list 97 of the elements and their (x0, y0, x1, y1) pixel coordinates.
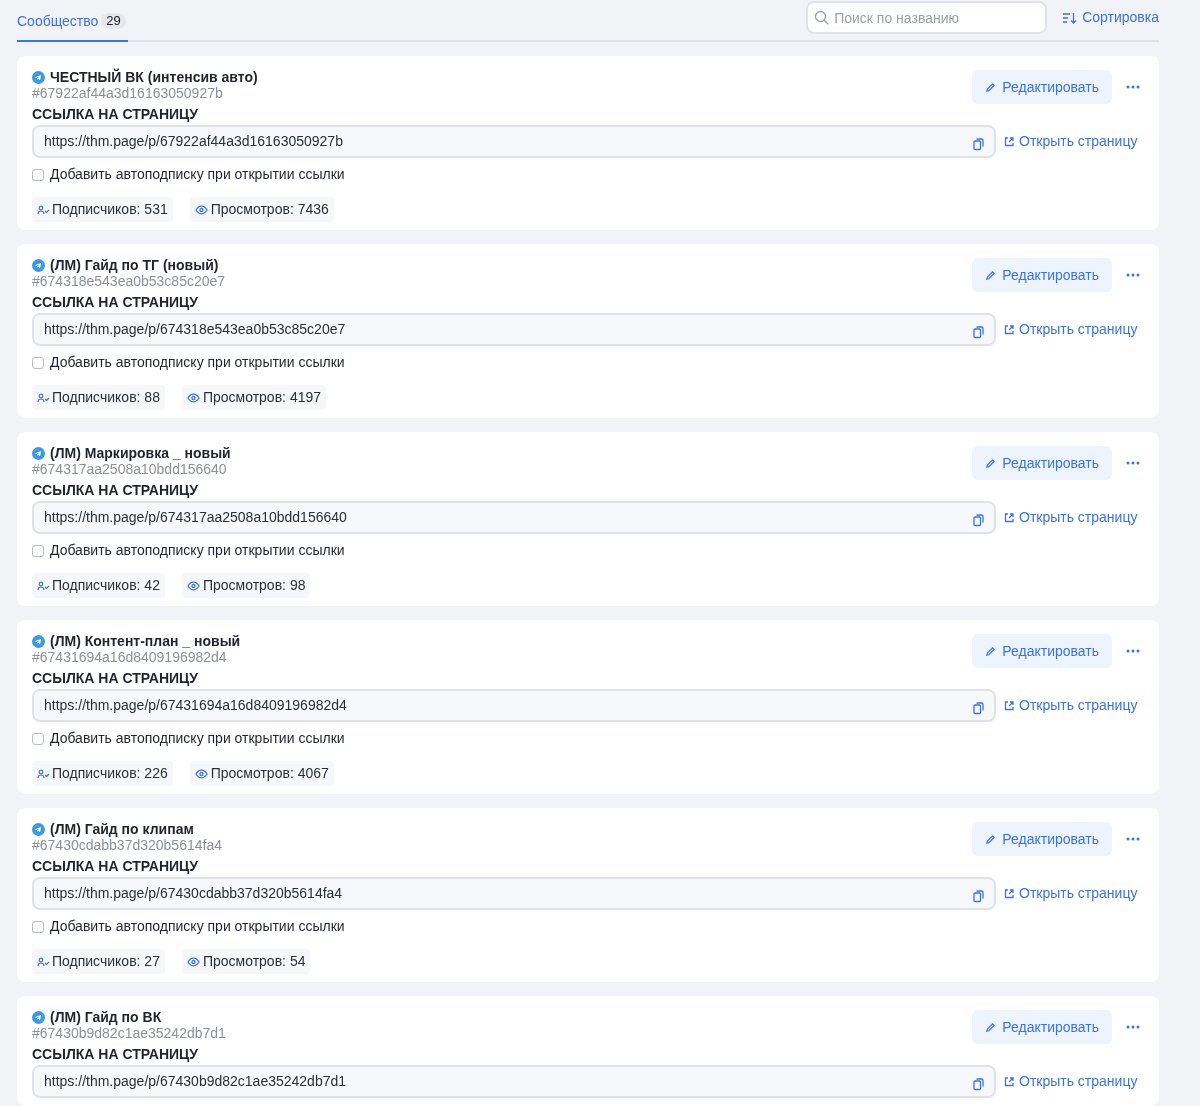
count-badge: 29 (101, 13, 126, 29)
open-page-link[interactable]: Открыть страницу (1004, 883, 1144, 904)
subscribers-chip: Подписчиков: 42 (32, 573, 165, 598)
telegram-icon (32, 258, 45, 272)
sort-button[interactable]: Сортировка (1062, 1, 1159, 34)
sort-icon (1062, 11, 1078, 24)
external-link-icon (1004, 324, 1014, 335)
link-label: ССЫЛКА НА СТРАНИЦУ (32, 1046, 200, 1062)
subscribers-chip: Подписчиков: 226 (32, 761, 173, 786)
link-label: ССЫЛКА НА СТРАНИЦУ (32, 482, 200, 498)
edit-button[interactable]: Редактировать (972, 634, 1112, 668)
community-tab[interactable]: Сообщество 29 (17, 2, 128, 42)
open-page-link[interactable]: Открыть страницу (1004, 131, 1144, 152)
external-link-icon (1004, 888, 1014, 899)
page-id: #674317aa2508a10bdd156640 (32, 461, 228, 477)
pencil-icon (985, 457, 997, 469)
copy-icon[interactable] (973, 890, 984, 903)
edit-button[interactable]: Редактировать (972, 1010, 1112, 1044)
autosubscribe-checkbox[interactable]: Добавить автоподписку при открытии ссылки (32, 916, 1144, 937)
open-page-link[interactable]: Открыть страницу (1004, 1071, 1144, 1092)
search-field[interactable]: Поиск по названию (806, 1, 1048, 34)
autosubscribe-checkbox[interactable]: Добавить автоподписку при открытии ссылки (32, 728, 1144, 749)
views-chip: Просмотров: 54 (181, 949, 311, 974)
pencil-icon (985, 1021, 997, 1033)
external-link-icon (1004, 136, 1014, 147)
subscribers-chip: Подписчиков: 531 (32, 197, 173, 222)
search-icon (814, 10, 830, 25)
user-check-icon (37, 580, 50, 591)
eye-icon (194, 204, 208, 215)
eye-icon (186, 580, 200, 591)
url-field[interactable]: https://thm.page/p/674317aa2508a10bdd156640 (32, 501, 996, 534)
views-chip: Просмотров: 98 (181, 573, 311, 598)
open-page-link[interactable]: Открыть страницу (1004, 507, 1144, 528)
more-icon (1126, 1025, 1140, 1029)
page-title: (ЛМ) Маркировка _ новый (50, 445, 231, 461)
telegram-icon (32, 446, 45, 460)
pencil-icon (985, 269, 997, 281)
subscribers-chip: Подписчиков: 27 (32, 949, 165, 974)
edit-button[interactable]: Редактировать (972, 258, 1112, 292)
url-field[interactable]: https://thm.page/p/67922af44a3d16163050927b (32, 125, 996, 158)
url-field[interactable]: https://thm.page/p/674318e543ea0b53c85c20e7 (32, 313, 996, 346)
url-field[interactable]: https://thm.page/p/67430cdabb37d320b5614fa4 (32, 877, 996, 910)
more-icon (1126, 461, 1140, 465)
edit-button[interactable]: Редактировать (972, 822, 1112, 856)
copy-icon[interactable] (973, 326, 984, 339)
eye-icon (186, 392, 200, 403)
link-label: ССЫЛКА НА СТРАНИЦУ (32, 294, 200, 310)
more-icon (1126, 837, 1140, 841)
eye-icon (194, 768, 208, 779)
url-field[interactable]: https://thm.page/p/67431694a16d8409196982d4 (32, 689, 996, 722)
more-icon (1126, 273, 1140, 277)
user-check-icon (37, 392, 50, 403)
copy-icon[interactable] (973, 138, 984, 151)
open-page-link[interactable]: Открыть страницу (1004, 319, 1144, 340)
link-label: ССЫЛКА НА СТРАНИЦУ (32, 858, 200, 874)
telegram-icon (32, 1010, 45, 1024)
page-id: #67922af44a3d16163050927b (32, 85, 224, 101)
pencil-icon (985, 81, 997, 93)
page-id: #67430b9d82c1ae35242db7d1 (32, 1025, 226, 1041)
views-chip: Просмотров: 4067 (189, 761, 334, 786)
edit-button[interactable]: Редактировать (972, 70, 1112, 104)
eye-icon (186, 956, 200, 967)
external-link-icon (1004, 512, 1014, 523)
more-icon (1126, 85, 1140, 89)
page-title: (ЛМ) Гайд по ВК (50, 1009, 162, 1025)
telegram-icon (32, 70, 45, 84)
external-link-icon (1004, 1076, 1014, 1087)
link-label: ССЫЛКА НА СТРАНИЦУ (32, 670, 200, 686)
page-id: #67431694a16d8409196982d4 (32, 649, 228, 665)
subscribers-chip: Подписчиков: 88 (32, 385, 165, 410)
open-page-link[interactable]: Открыть страницу (1004, 695, 1144, 716)
pencil-icon (985, 645, 997, 657)
autosubscribe-checkbox[interactable]: Добавить автоподписку при открытии ссылки (32, 164, 1144, 185)
copy-icon[interactable] (973, 1078, 984, 1091)
link-label: ССЫЛКА НА СТРАНИЦУ (32, 106, 200, 122)
user-check-icon (37, 956, 50, 967)
autosubscribe-checkbox[interactable]: Добавить автоподписку при открытии ссылки (32, 540, 1144, 561)
pencil-icon (985, 833, 997, 845)
more-icon (1126, 649, 1140, 653)
page-title: (ЛМ) Гайд по клипам (50, 821, 194, 837)
views-chip: Просмотров: 7436 (189, 197, 334, 222)
page-title: (ЛМ) Гайд по ТГ (новый) (50, 257, 219, 273)
telegram-icon (32, 822, 45, 836)
page-id: #674318e543ea0b53c85c20e7 (32, 273, 226, 289)
edit-button[interactable]: Редактировать (972, 446, 1112, 480)
telegram-icon (32, 634, 45, 648)
url-field[interactable]: https://thm.page/p/67430b9d82c1ae35242db7d1 (32, 1065, 996, 1098)
views-chip: Просмотров: 4197 (181, 385, 327, 410)
autosubscribe-checkbox[interactable]: Добавить автоподписку при открытии ссылки (32, 352, 1144, 373)
page-id: #67430cdabb37d320b5614fa4 (32, 837, 222, 853)
copy-icon[interactable] (973, 702, 984, 715)
external-link-icon (1004, 700, 1014, 711)
page-title: ЧЕСТНЫЙ ВК (интенсив авто) (50, 69, 258, 85)
user-check-icon (37, 204, 50, 215)
copy-icon[interactable] (973, 514, 984, 527)
page-title: (ЛМ) Контент-план _ новый (50, 633, 241, 649)
user-check-icon (37, 768, 50, 779)
